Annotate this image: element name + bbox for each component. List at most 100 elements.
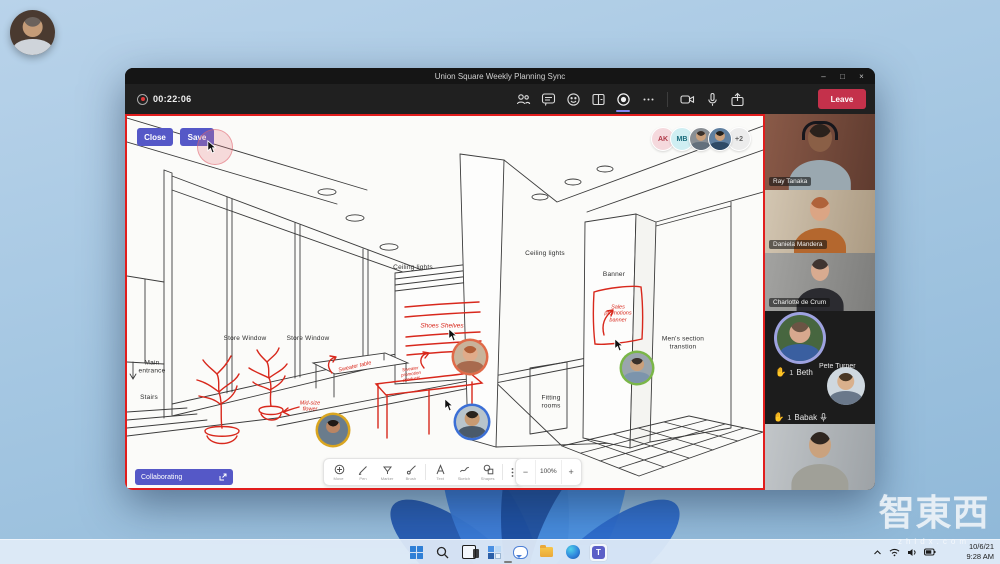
breakout-rooms-icon[interactable] <box>590 91 606 107</box>
teams-meeting-window: Union Square Weekly Planning Sync – □ × … <box>125 68 875 490</box>
collaborator-avatar-daniela <box>454 341 486 373</box>
close-board-button[interactable]: Close <box>137 128 173 146</box>
participant-name: Daniela Mandera <box>769 240 827 249</box>
participant-name: Beth <box>796 368 813 377</box>
camera-icon[interactable] <box>679 91 695 107</box>
share-content-icon[interactable] <box>729 91 745 107</box>
chat-icon[interactable] <box>540 91 556 107</box>
teams-app-icon[interactable]: T <box>590 543 607 561</box>
watermark: 智東西 zhidx.com <box>878 492 990 546</box>
raised-hand-icon: ✋ <box>773 412 785 422</box>
self-video-pip[interactable] <box>10 10 55 55</box>
battery-icon[interactable] <box>924 548 936 556</box>
red-annotation: Sales promotions banner <box>604 304 632 324</box>
collaborator-avatar-green <box>622 353 652 383</box>
sketch-label: Store Window <box>286 334 330 342</box>
text-tool[interactable]: Text <box>428 463 452 481</box>
store-layout-sketch <box>127 117 763 477</box>
reactions-icon[interactable] <box>565 91 581 107</box>
recording-icon <box>137 93 148 105</box>
video-tile[interactable]: Ray Tanaka <box>765 114 875 190</box>
toolbar-divider <box>667 91 668 107</box>
red-annotation: Mid-size flower <box>299 400 321 413</box>
tray-expand-icon[interactable] <box>873 549 882 556</box>
mic-icon <box>820 413 827 422</box>
video-tile[interactable] <box>765 424 875 490</box>
windows-taskbar: T 10/6/21 9:28 AM <box>0 539 1000 564</box>
collaborating-button[interactable]: Collaborating <box>135 469 233 485</box>
maximize-button[interactable]: □ <box>833 72 852 81</box>
mic-icon[interactable] <box>704 91 720 107</box>
remote-cursor <box>614 338 624 352</box>
zoom-level: 100% <box>535 460 562 484</box>
open-external-icon <box>219 473 227 481</box>
marker-tool[interactable]: Marker <box>375 464 399 481</box>
sketch-label: Main entrance <box>138 359 166 375</box>
task-view-icon[interactable] <box>460 544 479 561</box>
participant-name: Ray Tanaka <box>769 177 812 186</box>
close-window-button[interactable]: × <box>852 72 871 81</box>
participant-video-gallery: Ray Tanaka Daniela Mandera Charlotte de … <box>765 114 875 490</box>
presence-avatars: AK MB +2 <box>651 127 751 151</box>
move-tool[interactable]: Move <box>327 464 351 481</box>
brush-tool[interactable]: Brush <box>399 464 423 481</box>
sketch-tool[interactable]: Sketch <box>452 464 476 481</box>
red-annotation: Sweater promotion products <box>400 365 422 383</box>
meeting-toolbar: 00:22:06 Leave <box>125 84 875 114</box>
participant-status-row: ✋ 1 Babak <box>773 412 827 423</box>
participants-icon[interactable] <box>515 91 531 107</box>
search-icon[interactable] <box>434 544 451 561</box>
edge-browser-icon[interactable] <box>564 544 581 561</box>
audio-avatar-pete[interactable] <box>827 367 865 405</box>
collaborator-avatar-blue <box>456 406 488 438</box>
recording-timer: 00:22:06 <box>137 93 191 105</box>
remote-cursor <box>448 328 458 342</box>
zoom-control: − 100% + <box>515 458 582 486</box>
chat-icon[interactable] <box>512 544 529 561</box>
toolbar-divider <box>425 464 426 480</box>
sketch-label: Stairs <box>140 393 158 401</box>
sketch-label: Store Window <box>223 334 267 342</box>
presence-avatar[interactable] <box>708 127 732 151</box>
sketch-label: Banner <box>602 270 626 278</box>
toolbar-divider <box>502 464 503 480</box>
minimize-button[interactable]: – <box>814 72 833 81</box>
widgets-icon[interactable] <box>486 544 503 561</box>
sketch-label: Ceiling lights <box>525 249 565 257</box>
raised-hand-icon: ✋ <box>775 367 787 377</box>
start-button[interactable] <box>408 544 425 561</box>
taskbar-clock[interactable]: 10/6/21 9:28 AM <box>966 542 994 562</box>
video-tile[interactable]: Daniela Mandera <box>765 190 875 253</box>
pen-tool[interactable]: Pen <box>351 464 375 481</box>
drawing-toolbar: Move Pen Marker Brush Text Sketch Shapes <box>323 458 523 486</box>
zoom-in-button[interactable]: + <box>562 467 581 477</box>
participant-name: Pete Turner <box>819 363 856 370</box>
window-title: Union Square Weekly Planning Sync <box>434 71 566 81</box>
system-tray <box>873 540 936 564</box>
audio-avatar-beth[interactable] <box>777 315 823 361</box>
volume-icon[interactable] <box>907 548 917 557</box>
audio-participants-section: ✋ 1 Beth Pete Turner ✋ 1 Babak <box>765 311 875 490</box>
participant-name: Babak <box>794 413 818 422</box>
remote-cursor <box>207 140 217 154</box>
whiteboard-share-icon[interactable] <box>615 91 631 112</box>
collaborator-avatar-yellow <box>318 415 348 445</box>
sketch-label: Fitting rooms <box>541 394 561 410</box>
video-tile[interactable]: Charlotte de Crum <box>765 253 875 311</box>
participant-name: Charlotte de Crum <box>769 298 831 307</box>
file-explorer-icon[interactable] <box>538 544 555 561</box>
participant-status-row: ✋ 1 Beth <box>775 367 813 377</box>
more-options-icon[interactable] <box>640 91 656 107</box>
leave-button[interactable]: Leave <box>818 89 866 109</box>
shapes-tool[interactable]: Shapes <box>476 464 500 481</box>
remote-cursor <box>444 398 454 412</box>
headphones <box>802 121 838 140</box>
sketch-label: Ceiling lights <box>393 263 433 271</box>
whiteboard-canvas[interactable]: Ceiling lights Ceiling lights Banner Sto… <box>125 114 765 490</box>
participant-video <box>765 424 875 490</box>
desktop: { "window": { "title": "Union Square Wee… <box>0 0 1000 564</box>
wifi-icon[interactable] <box>889 548 900 557</box>
zoom-out-button[interactable]: − <box>516 467 535 477</box>
sketch-label: Men's section transtion <box>661 335 705 351</box>
window-titlebar[interactable]: Union Square Weekly Planning Sync – □ × <box>125 68 875 84</box>
